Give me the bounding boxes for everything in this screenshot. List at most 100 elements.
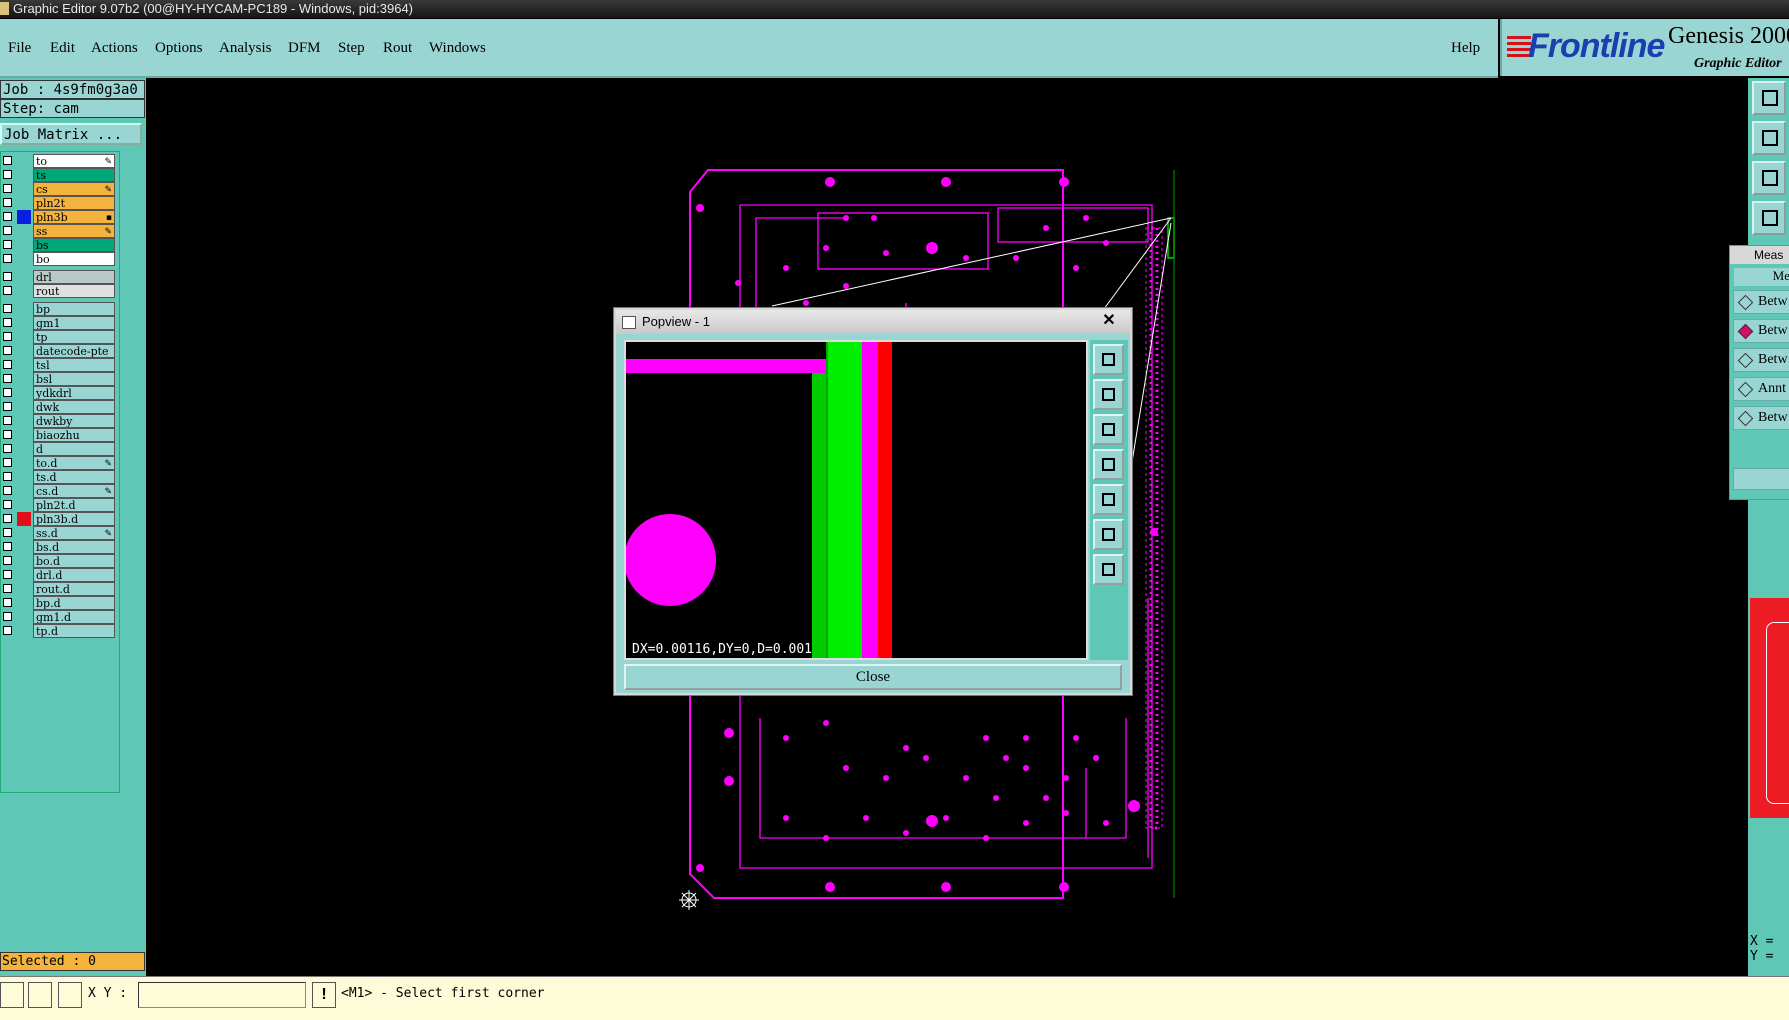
- layer-checkbox[interactable]: [3, 472, 12, 481]
- zoom-fit-button[interactable]: [1752, 161, 1786, 195]
- layer-row[interactable]: tp: [1, 330, 117, 344]
- layer-row[interactable]: pln2t: [1, 196, 117, 210]
- layer-checkbox[interactable]: [3, 388, 12, 397]
- layer-row[interactable]: gm1.d: [1, 610, 117, 624]
- zoom-back-button[interactable]: [1752, 121, 1786, 155]
- layer-name[interactable]: tsl: [33, 358, 115, 372]
- layer-checkbox[interactable]: [3, 528, 12, 537]
- layer-name[interactable]: bp: [33, 302, 115, 316]
- layer-row[interactable]: bp.d: [1, 596, 117, 610]
- layer-name[interactable]: bs.d: [33, 540, 115, 554]
- layer-checkbox[interactable]: [3, 444, 12, 453]
- layer-name[interactable]: pln3b ▪: [33, 210, 115, 224]
- layer-checkbox[interactable]: [3, 304, 12, 313]
- layer-row[interactable]: cs ✎: [1, 182, 117, 196]
- menu-file[interactable]: File: [8, 40, 31, 57]
- menu-windows[interactable]: Windows: [429, 40, 486, 57]
- menu-actions[interactable]: Actions: [91, 40, 138, 57]
- layer-checkbox[interactable]: [3, 416, 12, 425]
- layer-row[interactable]: ts: [1, 168, 117, 182]
- layer-name[interactable]: pln2t: [33, 196, 115, 210]
- layer-checkbox[interactable]: [3, 332, 12, 341]
- layer-checkbox[interactable]: [3, 486, 12, 495]
- angle-tool-button[interactable]: [28, 982, 52, 1008]
- layer-name[interactable]: dwkby: [33, 414, 115, 428]
- layer-name[interactable]: tp: [33, 330, 115, 344]
- layer-name[interactable]: ts: [33, 168, 115, 182]
- layer-name[interactable]: biaozhu: [33, 428, 115, 442]
- measure-action-button[interactable]: [1733, 468, 1789, 490]
- layer-name[interactable]: gm1.d: [33, 610, 115, 624]
- layer-checkbox[interactable]: [3, 240, 12, 249]
- layer-row[interactable]: ts.d: [1, 470, 117, 484]
- pv-zoom-in-button[interactable]: [1093, 344, 1124, 375]
- layer-row[interactable]: bs.d: [1, 540, 117, 554]
- layer-checkbox[interactable]: [3, 346, 12, 355]
- layer-row[interactable]: to.d ✎: [1, 456, 117, 470]
- layer-row[interactable]: pln2t.d: [1, 498, 117, 512]
- layer-row[interactable]: pln3b ▪: [1, 210, 117, 224]
- pv-fit-button[interactable]: [1093, 519, 1124, 550]
- layer-row[interactable]: tsl: [1, 358, 117, 372]
- layer-checkbox[interactable]: [3, 626, 12, 635]
- menu-edit[interactable]: Edit: [50, 40, 75, 57]
- layer-name[interactable]: dwk: [33, 400, 115, 414]
- layer-checkbox[interactable]: [3, 612, 12, 621]
- layer-name[interactable]: rout.d: [33, 582, 115, 596]
- layer-row[interactable]: drl: [1, 270, 117, 284]
- layer-row[interactable]: bo: [1, 252, 117, 266]
- layer-checkbox[interactable]: [3, 598, 12, 607]
- layer-name[interactable]: ydkdrl: [33, 386, 115, 400]
- layer-checkbox[interactable]: [3, 170, 12, 179]
- layer-name[interactable]: bsl: [33, 372, 115, 386]
- pv-pan-down-button[interactable]: [1093, 414, 1124, 445]
- measure-option-4[interactable]: Annt: [1733, 377, 1789, 401]
- layer-row[interactable]: cs.d ✎: [1, 484, 117, 498]
- layer-checkbox[interactable]: [3, 360, 12, 369]
- grid-tool-button[interactable]: [58, 982, 82, 1008]
- measure-option-3[interactable]: Betw: [1733, 348, 1789, 372]
- layer-checkbox[interactable]: [3, 226, 12, 235]
- layer-name[interactable]: rout: [33, 284, 115, 298]
- layer-name[interactable]: to.d ✎: [33, 456, 115, 470]
- layer-row[interactable]: gm1: [1, 316, 117, 330]
- layer-name[interactable]: tp.d: [33, 624, 115, 638]
- pv-pan-right-button[interactable]: [1093, 484, 1124, 515]
- popview-viewport[interactable]: DX=0.00116,DY=0,D=0.001: [624, 340, 1088, 660]
- close-icon[interactable]: ✕: [1094, 310, 1124, 332]
- layer-row[interactable]: dwk: [1, 400, 117, 414]
- menu-step[interactable]: Step: [338, 40, 365, 57]
- measure-option-2[interactable]: Betw: [1733, 319, 1789, 343]
- layer-row[interactable]: ss ✎: [1, 224, 117, 238]
- pv-pan-up-button[interactable]: [1093, 379, 1124, 410]
- layer-name[interactable]: pln3b.d: [33, 512, 115, 526]
- layer-row[interactable]: d: [1, 442, 117, 456]
- layer-checkbox[interactable]: [3, 430, 12, 439]
- measure-option-5[interactable]: Betw: [1733, 406, 1789, 430]
- layer-name[interactable]: bs: [33, 238, 115, 252]
- xy-input[interactable]: [138, 982, 306, 1008]
- menu-help[interactable]: Help: [1451, 40, 1480, 57]
- layer-row[interactable]: rout: [1, 284, 117, 298]
- layer-name[interactable]: drl.d: [33, 568, 115, 582]
- snap-button[interactable]: [1752, 201, 1786, 235]
- layer-checkbox[interactable]: [3, 286, 12, 295]
- layer-row[interactable]: pln3b.d: [1, 512, 117, 526]
- layer-checkbox[interactable]: [3, 556, 12, 565]
- layer-checkbox[interactable]: [3, 184, 12, 193]
- layer-row[interactable]: to ✎: [1, 154, 117, 168]
- pv-pan-left-button[interactable]: [1093, 449, 1124, 480]
- layer-name[interactable]: bo.d: [33, 554, 115, 568]
- layer-checkbox[interactable]: [3, 198, 12, 207]
- layer-checkbox[interactable]: [3, 272, 12, 281]
- layer-checkbox[interactable]: [3, 500, 12, 509]
- layer-row[interactable]: bo.d: [1, 554, 117, 568]
- layer-row[interactable]: drl.d: [1, 568, 117, 582]
- layer-row[interactable]: dwkby: [1, 414, 117, 428]
- layer-row[interactable]: tp.d: [1, 624, 117, 638]
- layer-checkbox[interactable]: [3, 570, 12, 579]
- layer-row[interactable]: biaozhu: [1, 428, 117, 442]
- layer-name[interactable]: ts.d: [33, 470, 115, 484]
- menu-dfm[interactable]: DFM: [288, 40, 321, 57]
- layer-name[interactable]: d: [33, 442, 115, 456]
